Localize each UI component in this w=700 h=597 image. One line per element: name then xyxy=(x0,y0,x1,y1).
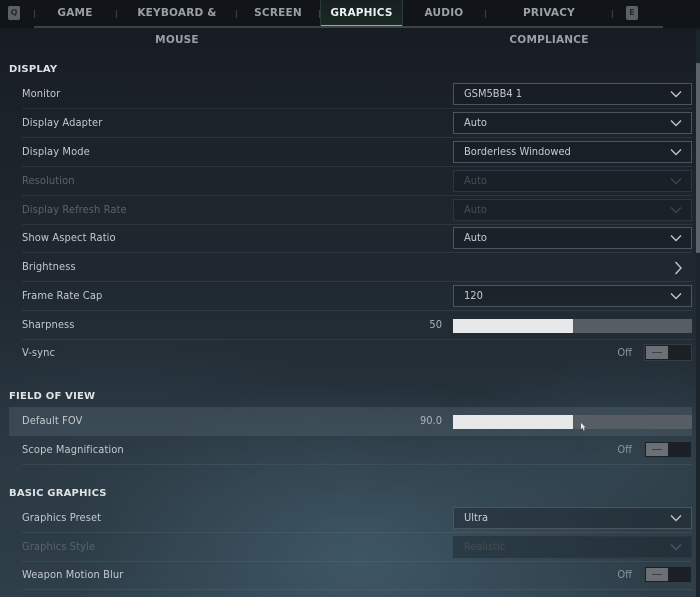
default-fov-slider[interactable] xyxy=(453,415,692,429)
resolution-dropdown: Auto xyxy=(453,170,692,192)
slider-fill xyxy=(453,319,573,333)
tab-separator xyxy=(34,10,35,18)
toggle-state-label: Off xyxy=(617,443,632,456)
prev-tab-key-hint[interactable]: Q xyxy=(8,6,20,20)
setting-row-aspect-ratio: Show Aspect Ratio Auto xyxy=(9,224,692,253)
setting-row-vsync: V-sync Off xyxy=(9,339,692,368)
chevron-down-icon xyxy=(670,149,682,156)
tab-keyboard-mouse[interactable]: KEYBOARD & MOUSE xyxy=(122,0,232,46)
dropdown-value: 120 xyxy=(464,289,483,302)
chevron-down-icon xyxy=(670,515,682,522)
monitor-dropdown[interactable]: GSM5BB4 1 xyxy=(453,83,692,105)
setting-row-graphics-style: Graphics Style Realistic xyxy=(9,533,692,562)
vsync-toggle[interactable] xyxy=(644,344,692,361)
scope-magnification-toggle[interactable] xyxy=(644,441,692,458)
chevron-down-icon xyxy=(670,293,682,300)
setting-row-display-adapter: Display Adapter Auto xyxy=(9,109,692,138)
scrollbar-thumb[interactable] xyxy=(696,63,700,253)
setting-label: Display Mode xyxy=(22,145,90,158)
sharpness-value: 50 xyxy=(429,318,442,331)
setting-row-monitor: Monitor GSM5BB4 1 xyxy=(9,80,692,109)
dropdown-value: Auto xyxy=(464,174,487,187)
dropdown-value: Ultra xyxy=(464,511,489,524)
row-divider xyxy=(22,589,692,590)
chevron-down-icon xyxy=(670,207,682,214)
setting-row-sharpness: Sharpness 50 xyxy=(9,311,692,340)
graphics-style-dropdown: Realistic xyxy=(453,536,692,558)
chevron-down-icon xyxy=(670,544,682,551)
tab-audio[interactable]: AUDIO xyxy=(422,0,466,28)
setting-label: Sharpness xyxy=(22,318,75,331)
setting-label: Brightness xyxy=(22,260,76,273)
setting-label: Resolution xyxy=(22,174,75,187)
chevron-down-icon xyxy=(670,120,682,127)
setting-label: Show Aspect Ratio xyxy=(22,231,116,244)
row-divider xyxy=(22,464,692,465)
setting-label: Monitor xyxy=(22,87,61,100)
setting-row-scope-magnification: Scope Magnification Off xyxy=(9,436,692,465)
toggle-knob xyxy=(646,568,668,581)
tab-screen[interactable]: SCREEN xyxy=(252,0,304,28)
sharpness-slider[interactable] xyxy=(453,319,692,333)
dropdown-value: Auto xyxy=(464,203,487,216)
default-fov-value: 90.0 xyxy=(419,414,442,427)
setting-row-refresh-rate: Display Refresh Rate Auto xyxy=(9,196,692,225)
section-title-display: DISPLAY xyxy=(9,64,58,75)
dropdown-value: Borderless Windowed xyxy=(464,145,571,158)
tab-bar-underline xyxy=(34,26,663,28)
tab-game[interactable]: GAME xyxy=(52,0,98,28)
tab-separator xyxy=(236,10,237,18)
tab-separator xyxy=(612,10,613,18)
setting-label: Scope Magnification xyxy=(22,443,124,456)
dropdown-value: Realistic xyxy=(464,540,506,553)
toggle-knob xyxy=(646,443,668,456)
dropdown-value: Auto xyxy=(464,231,487,244)
setting-row-frame-rate-cap: Frame Rate Cap 120 xyxy=(9,282,692,311)
display-adapter-dropdown[interactable]: Auto xyxy=(453,112,692,134)
slider-fill xyxy=(453,415,573,429)
scrollbar[interactable] xyxy=(696,30,700,597)
chevron-down-icon xyxy=(670,178,682,185)
toggle-knob xyxy=(646,346,668,359)
setting-label: Default FOV xyxy=(22,414,83,427)
setting-label: V-sync xyxy=(22,346,56,359)
mouse-cursor-icon xyxy=(581,423,586,431)
tab-separator xyxy=(116,10,117,18)
section-title-basic-graphics: BASIC GRAPHICS xyxy=(9,488,107,499)
next-tab-key-hint[interactable]: E xyxy=(626,6,638,20)
setting-label: Graphics Preset xyxy=(22,511,102,524)
setting-label: Frame Rate Cap xyxy=(22,289,103,302)
toggle-state-label: Off xyxy=(617,346,632,359)
setting-label: Graphics Style xyxy=(22,540,96,553)
chevron-down-icon xyxy=(670,235,682,242)
dropdown-value: GSM5BB4 1 xyxy=(464,87,523,100)
setting-row-graphics-preset: Graphics Preset Ultra xyxy=(9,504,692,533)
setting-row-weapon-motion-blur: Weapon Motion Blur Off xyxy=(9,561,692,590)
setting-row-display-mode: Display Mode Borderless Windowed xyxy=(9,138,692,167)
refresh-rate-dropdown: Auto xyxy=(453,199,692,221)
settings-tab-bar: Q GAME KEYBOARD & MOUSE SCREEN GRAPHICS … xyxy=(0,0,700,46)
weapon-motion-blur-toggle[interactable] xyxy=(644,566,692,583)
setting-label: Display Adapter xyxy=(22,116,103,129)
setting-label: Display Refresh Rate xyxy=(22,203,127,216)
graphics-preset-dropdown[interactable]: Ultra xyxy=(453,507,692,529)
tab-privacy-compliance[interactable]: PRIVACY COMPLIANCE xyxy=(492,0,606,46)
frame-rate-cap-dropdown[interactable]: 120 xyxy=(453,285,692,307)
section-title-field-of-view: FIELD OF VIEW xyxy=(9,391,96,402)
setting-row-default-fov: Default FOV 90.0 xyxy=(9,407,692,436)
chevron-right-icon[interactable] xyxy=(673,261,683,275)
chevron-down-icon xyxy=(670,91,682,98)
tab-graphics[interactable]: GRAPHICS xyxy=(320,0,403,28)
aspect-ratio-dropdown[interactable]: Auto xyxy=(453,227,692,249)
setting-row-resolution: Resolution Auto xyxy=(9,167,692,196)
toggle-state-label: Off xyxy=(617,568,632,581)
display-mode-dropdown[interactable]: Borderless Windowed xyxy=(453,141,692,163)
setting-row-brightness[interactable]: Brightness xyxy=(9,253,692,282)
tab-separator xyxy=(485,10,486,18)
setting-label: Weapon Motion Blur xyxy=(22,568,124,581)
dropdown-value: Auto xyxy=(464,116,487,129)
